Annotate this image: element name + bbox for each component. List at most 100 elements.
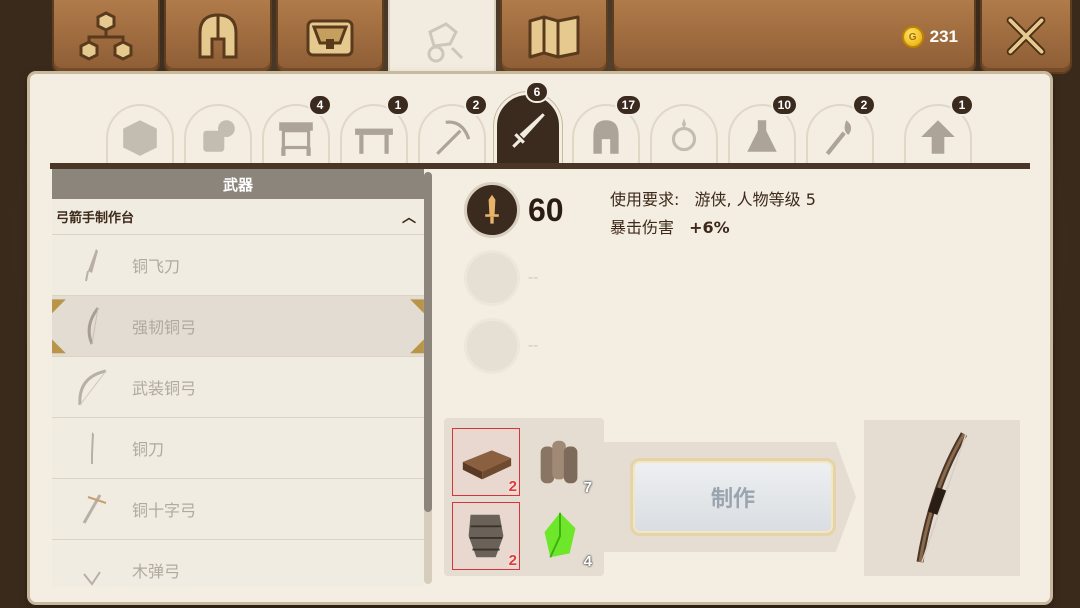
- material-count: 7: [583, 479, 592, 496]
- subtab-badge: 6: [525, 81, 549, 103]
- material-slot[interactable]: 4: [526, 502, 594, 570]
- recipe-item[interactable]: 铜十字弓: [52, 479, 424, 540]
- recipe-label: 强韧铜弓: [132, 318, 197, 337]
- subtab-table[interactable]: 1: [340, 94, 410, 168]
- wood-logs-icon: [540, 440, 578, 484]
- close-icon: [1006, 16, 1046, 56]
- item-details: 60 -- -- 使用要求: 游侠, 人物等级 5 暴击伤害 +6%: [440, 172, 1030, 412]
- empty-stat: --: [464, 318, 538, 374]
- requirement-line: 使用要求: 游侠, 人物等级 5: [610, 186, 816, 210]
- tab-skill-tree[interactable]: [52, 0, 160, 74]
- corner-ornament: ◥: [410, 295, 424, 316]
- coin-amount: 231: [929, 27, 958, 46]
- dagger-icon: [485, 194, 499, 224]
- material-slot[interactable]: 2: [452, 502, 520, 570]
- subtab-materials[interactable]: [184, 104, 252, 168]
- scrollbar-thumb[interactable]: [424, 172, 432, 512]
- tab-map[interactable]: [500, 0, 608, 74]
- table-icon: [355, 128, 393, 154]
- result-preview: [864, 420, 1020, 576]
- material-slot[interactable]: 7: [526, 428, 594, 496]
- corner-ornament: ◢: [410, 335, 424, 356]
- subtab-accessories[interactable]: [650, 104, 718, 168]
- leather-scale-icon: [468, 514, 504, 558]
- empty-stat-circle: [464, 318, 520, 374]
- tab-bag[interactable]: [276, 0, 384, 74]
- recipe-label: 木弹弓: [132, 562, 181, 581]
- list-scrollbar[interactable]: [424, 172, 432, 584]
- sword-icon: [512, 113, 545, 148]
- craft-button[interactable]: 制作: [630, 458, 836, 536]
- currency-bar: G 231: [612, 0, 976, 74]
- slingshot-icon: [83, 571, 101, 586]
- category-tabs: 4 1 2 6 17 10 2 1: [52, 81, 1032, 168]
- material-slot[interactable]: 2: [452, 428, 520, 496]
- attack-value: 60: [528, 191, 564, 228]
- crafting-icon: [427, 22, 464, 63]
- copper-knife-icon: [91, 432, 94, 464]
- material-count: 2: [508, 552, 517, 569]
- station-group-header[interactable]: 弓箭手制作台 ︿: [52, 199, 424, 235]
- coin-icon: G: [901, 26, 924, 48]
- upgrade-arrow-icon: [921, 120, 955, 154]
- subtab-badge: 2: [852, 94, 876, 116]
- recipe-item-selected[interactable]: ◤ ◥ ◣ ◢ 强韧铜弓: [52, 296, 424, 357]
- materials-icon: [203, 120, 235, 152]
- torch-icon: [825, 120, 852, 156]
- corner-ornament: ◤: [52, 295, 66, 316]
- subtab-badge: 1: [386, 94, 410, 116]
- station-label: 弓箭手制作台: [56, 211, 135, 226]
- material-count: 4: [583, 553, 592, 570]
- subtab-furnace[interactable]: 4: [262, 94, 332, 168]
- green-gem-icon: [544, 512, 576, 558]
- block-icon: [123, 120, 157, 156]
- empty-stat-circle: [464, 250, 520, 306]
- helmet-icon: [593, 120, 619, 154]
- subtab-badge: 10: [770, 94, 798, 116]
- pickaxe-icon: [436, 120, 471, 155]
- reinforced-bow-icon: [87, 307, 100, 345]
- tab-equipment[interactable]: [164, 0, 272, 74]
- recipe-item[interactable]: 铜飞刀: [52, 235, 424, 296]
- stat-icon-circle: [464, 182, 520, 238]
- recipe-label: 铜刀: [132, 440, 165, 459]
- empty-stat-dash: --: [528, 338, 539, 354]
- crit-label: 暴击伤害: [610, 218, 675, 237]
- subtab-weapons[interactable]: 6: [494, 81, 562, 168]
- attack-stat: 60: [464, 182, 564, 238]
- subtab-tools[interactable]: 2: [418, 94, 488, 168]
- recipe-label: 铜飞刀: [132, 257, 181, 276]
- close-button[interactable]: [980, 0, 1072, 74]
- tab-crafting[interactable]: [388, 0, 496, 84]
- recipe-item[interactable]: 武装铜弓: [52, 357, 424, 418]
- helmet-icon: [198, 13, 238, 59]
- corner-ornament: ◣: [52, 335, 66, 356]
- chevron-up-icon: ︿: [402, 209, 416, 226]
- skill-tree-icon: [79, 11, 133, 61]
- crit-value: +6%: [689, 218, 730, 237]
- crossbow-icon: [82, 494, 107, 524]
- furnace-icon: [279, 122, 313, 156]
- subtab-potions[interactable]: 10: [728, 94, 798, 168]
- crafting-area: 2 7 2 4 制作: [444, 418, 862, 576]
- top-bar: G 231: [0, 0, 1080, 84]
- recipe-item[interactable]: 铜刀: [52, 418, 424, 479]
- subtab-blocks[interactable]: [106, 104, 174, 168]
- recipe-label: 铜十字弓: [132, 501, 197, 520]
- recipe-item[interactable]: 木弹弓: [52, 540, 424, 587]
- list-category-header: 武器: [52, 169, 424, 199]
- empty-stat-dash: --: [528, 270, 539, 286]
- throwing-knife-icon: [85, 249, 98, 282]
- requirement-value: 游侠, 人物等级 5: [694, 190, 816, 209]
- subtab-armor[interactable]: 17: [572, 94, 642, 168]
- bag-icon: [306, 19, 354, 57]
- requirement-label: 使用要求:: [610, 190, 680, 209]
- subtab-upgrades[interactable]: 1: [904, 94, 974, 168]
- empty-stat: --: [464, 250, 538, 306]
- recipe-list: 武器 弓箭手制作台 ︿ 铜飞刀 ◤ ◥ ◣ ◢ 强韧铜弓 武装铜弓 铜刀 铜十字…: [52, 169, 424, 587]
- subtab-torches[interactable]: 2: [806, 94, 876, 168]
- crit-line: 暴击伤害 +6%: [610, 214, 730, 238]
- reinforced-bow-icon: [916, 432, 968, 563]
- copper-ingot-icon: [462, 450, 512, 480]
- subtab-badge: 4: [308, 94, 332, 116]
